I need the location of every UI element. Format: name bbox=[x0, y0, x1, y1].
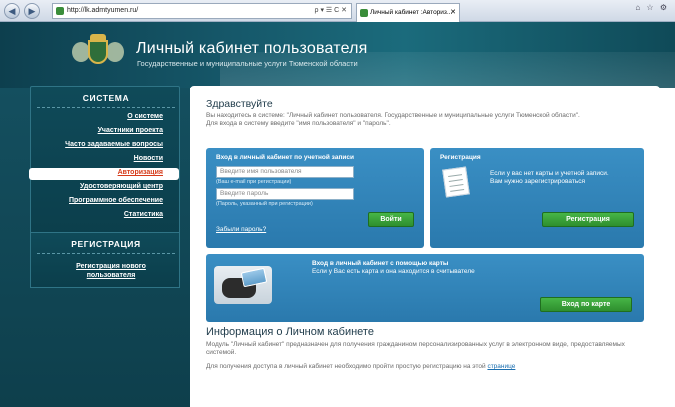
forgot-password-link[interactable]: Забыли пароль? bbox=[216, 226, 266, 233]
info-title: Информация о Личном кабинете bbox=[206, 326, 374, 338]
system-menu: СИСТЕМА О системе Участники проекта Част… bbox=[29, 86, 180, 243]
username-input[interactable]: Введите имя пользователя bbox=[216, 166, 354, 178]
sidebar-item-faq[interactable]: Часто задаваемые вопросы bbox=[65, 141, 163, 148]
divider bbox=[37, 253, 175, 254]
page-title: Здравствуйте bbox=[206, 98, 273, 110]
divider bbox=[37, 107, 175, 108]
tab-title: Личный кабинет :Авториз... bbox=[370, 9, 453, 16]
sidebar-item-authorization-label: Авторизация bbox=[117, 169, 163, 176]
info-paragraph-2: Для получения доступа в личный кабинет н… bbox=[206, 363, 515, 370]
password-hint: (Пароль, указанный при регистрации) bbox=[216, 201, 313, 207]
sidebar: СИСТЕМА О системе Участники проекта Част… bbox=[0, 86, 190, 407]
window-controls: ⌂ ☆ ⚙ bbox=[631, 3, 667, 12]
register-button[interactable]: Регистрация bbox=[542, 212, 634, 227]
site-subtitle: Государственные и муниципальные услуги Т… bbox=[137, 59, 358, 68]
register-new-user-link[interactable]: Регистрация нового пользователя bbox=[51, 262, 171, 280]
card-login-button[interactable]: Вход по карте bbox=[540, 297, 632, 312]
site-favicon-icon bbox=[56, 7, 64, 15]
site-header: Личный кабинет пользователя Государствен… bbox=[0, 22, 675, 88]
sidebar-item-certification-center[interactable]: Удостоверяющий центр bbox=[80, 183, 163, 190]
card-reader-icon bbox=[214, 266, 272, 304]
card-login-heading: Вход в личный кабинет с помощью карты bbox=[312, 260, 449, 267]
main-content: Здравствуйте Вы находитесь в системе: "Л… bbox=[190, 86, 660, 407]
favorites-icon[interactable]: ☆ bbox=[646, 3, 653, 12]
back-icon[interactable]: ◀ bbox=[4, 3, 20, 19]
sidebar-item-statistics[interactable]: Статистика bbox=[124, 211, 163, 218]
document-icon bbox=[442, 166, 470, 198]
tab-favicon-icon bbox=[360, 9, 368, 17]
register-panel-heading: Регистрация bbox=[440, 154, 481, 161]
browser-toolbar: ◀ ▶ http://lk.admtyumen.ru/ ρ ▾ ☰ C ✕ Ли… bbox=[0, 0, 675, 22]
coat-of-arms-icon bbox=[72, 32, 124, 76]
sidebar-item-news[interactable]: Новости bbox=[134, 155, 163, 162]
address-url: http://lk.admtyumen.ru/ bbox=[67, 7, 139, 14]
register-panel-text: Если у вас нет карты и учетной записи. В… bbox=[490, 170, 609, 185]
register-panel: Регистрация Если у вас нет карты и учетн… bbox=[430, 148, 644, 248]
sidebar-item-participants[interactable]: Участники проекта bbox=[98, 127, 163, 134]
registration-menu: РЕГИСТРАЦИЯ Регистрация нового пользоват… bbox=[30, 232, 180, 288]
site-title: Личный кабинет пользователя bbox=[136, 40, 368, 57]
registration-page-link[interactable]: странице bbox=[487, 363, 515, 370]
login-panel: Вход в личный кабинет по учетной записи … bbox=[206, 148, 424, 248]
registration-heading: РЕГИСТРАЦИЯ bbox=[71, 239, 141, 249]
password-input[interactable]: Введите пароль bbox=[216, 188, 354, 200]
address-bar[interactable]: http://lk.admtyumen.ru/ ρ ▾ ☰ C ✕ bbox=[52, 3, 352, 19]
sidebar-item-software[interactable]: Программное обеспечение bbox=[69, 197, 163, 204]
login-panel-heading: Вход в личный кабинет по учетной записи bbox=[216, 154, 354, 161]
sidebar-item-about[interactable]: О системе bbox=[127, 113, 163, 120]
info-paragraph-2-text: Для получения доступа в личный кабинет н… bbox=[206, 363, 486, 370]
intro-line-1: Вы находитесь в системе: "Личный кабинет… bbox=[206, 112, 580, 119]
intro-text: Вы находитесь в системе: "Личный кабинет… bbox=[206, 112, 646, 128]
home-icon[interactable]: ⌂ bbox=[635, 3, 640, 12]
tab-close-icon[interactable]: ✕ bbox=[450, 4, 456, 21]
address-tools[interactable]: ρ ▾ ☰ C ✕ bbox=[315, 4, 347, 18]
info-paragraph-1: Модуль "Личный кабинет" предназначен для… bbox=[206, 341, 625, 356]
forward-icon[interactable]: ▶ bbox=[24, 3, 40, 19]
username-hint: (Ваш e-mail при регистрации) bbox=[216, 179, 292, 185]
system-menu-heading: СИСТЕМА bbox=[82, 93, 130, 103]
login-button[interactable]: Войти bbox=[368, 212, 414, 227]
browser-tab[interactable]: Личный кабинет :Авториз... ✕ bbox=[356, 3, 460, 22]
sidebar-item-authorization[interactable]: Авторизация bbox=[29, 168, 179, 180]
intro-line-2: Для входа в систему введите "имя пользов… bbox=[206, 120, 391, 127]
card-login-panel: Вход в личный кабинет с помощью карты Ес… bbox=[206, 254, 644, 322]
card-login-text: Если у Вас есть карта и она находится в … bbox=[312, 268, 475, 275]
settings-icon[interactable]: ⚙ bbox=[660, 3, 667, 12]
